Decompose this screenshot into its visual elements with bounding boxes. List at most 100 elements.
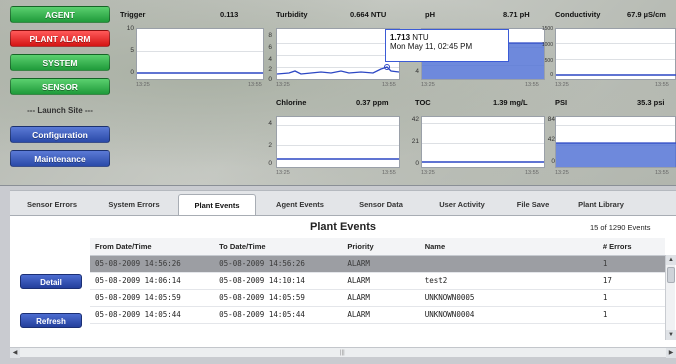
psi-plot[interactable] (555, 116, 676, 168)
psi-ytick: 0 (551, 158, 555, 165)
turbidity-tooltip: 1.713 NTU Mon May 11, 02:45 PM (385, 29, 509, 62)
chlorine-value: 0.37 ppm (356, 98, 389, 107)
toc-xtick: 13:55 (525, 170, 539, 176)
cell-name: UNKNOWN0005 (419, 289, 598, 307)
psi-value: 35.3 psi (637, 98, 665, 107)
trigger-ytick: 0 (130, 69, 134, 76)
psi-title: PSI (555, 98, 568, 107)
maintenance-button[interactable]: Maintenance (10, 150, 110, 167)
toc-xtick: 13:25 (421, 170, 435, 176)
tooltip-unit: NTU (412, 33, 429, 42)
trigger-ytick: 5 (130, 47, 134, 54)
table-row[interactable]: 05-08-2009 14:06:14 05-08-2009 14:10:14 … (90, 272, 665, 290)
table-header-row: From Date/Time To Date/Time Priority Nam… (90, 238, 665, 256)
ph-ytick: 4 (415, 68, 419, 75)
table-row[interactable]: 05-08-2009 14:05:59 05-08-2009 14:05:59 … (90, 289, 665, 307)
cell-priority: ALARM (342, 272, 420, 290)
configuration-button[interactable]: Configuration (10, 126, 110, 143)
vertical-scrollbar[interactable]: ▲ ▼ (665, 255, 676, 340)
tab-plant-events[interactable]: Plant Events (178, 194, 256, 216)
launch-site-label: --- Launch Site --- (27, 106, 93, 115)
turbidity-xtick: 13:55 (382, 82, 396, 88)
turbidity-ytick: 6 (268, 44, 272, 51)
cell-errors: 1 (597, 289, 665, 307)
tooltip-value: 1.713 (390, 33, 411, 42)
ph-value: 8.71 pH (503, 10, 530, 19)
psi-ytick: 42 (547, 136, 555, 143)
conductivity-xtick: 13:55 (655, 82, 669, 88)
scroll-up-icon[interactable]: ▲ (666, 255, 676, 265)
column-header-errors[interactable]: # Errors (597, 238, 665, 256)
tab-system-errors[interactable]: System Errors (94, 194, 174, 216)
trigger-title: Trigger (120, 10, 146, 19)
conductivity-xtick: 13:25 (555, 82, 569, 88)
cell-to: 05-08-2009 14:05:59 (214, 289, 343, 307)
table-row[interactable]: 05-08-2009 14:05:44 05-08-2009 14:05:44 … (90, 306, 665, 324)
cell-priority: ALARM (342, 306, 420, 324)
tab-agent-events[interactable]: Agent Events (262, 194, 338, 216)
turbidity-ytick: 2 (268, 66, 272, 73)
scroll-left-icon[interactable]: ◀ (10, 348, 20, 358)
conductivity-ytick: 1500 (541, 26, 553, 32)
conductivity-series (556, 74, 676, 76)
trigger-plot[interactable] (136, 28, 264, 80)
cell-from: 05-08-2009 14:56:26 (90, 255, 215, 273)
cell-from: 05-08-2009 14:05:59 (90, 289, 215, 307)
chlorine-ytick: 0 (268, 160, 272, 167)
trigger-ytick: 10 (126, 25, 134, 32)
cell-name: test2 (419, 272, 598, 290)
turbidity-ytick: 8 (268, 32, 272, 39)
cell-priority: ALARM (342, 255, 420, 273)
psi-xtick: 13:25 (555, 170, 569, 176)
psi-xtick: 13:55 (655, 170, 669, 176)
chlorine-plot[interactable] (276, 116, 400, 168)
cell-name (419, 255, 598, 273)
cell-to: 05-08-2009 14:10:14 (214, 272, 343, 290)
turbidity-series (277, 64, 399, 75)
sensor-button[interactable]: SENSOR (10, 78, 110, 95)
turbidity-value: 0.664 NTU (350, 10, 387, 19)
detail-button[interactable]: Detail (20, 274, 82, 289)
nav-column: AGENT PLANT ALARM SYSTEM SENSOR --- Laun… (10, 6, 110, 174)
tab-file-save[interactable]: File Save (504, 194, 562, 216)
turbidity-ytick: 4 (268, 56, 272, 63)
plant-alarm-button[interactable]: PLANT ALARM (10, 30, 110, 47)
conductivity-ytick: 0 (550, 72, 553, 78)
dashboard-panel: AGENT PLANT ALARM SYSTEM SENSOR --- Laun… (0, 0, 676, 186)
cell-to: 05-08-2009 14:56:26 (214, 255, 343, 273)
table-row[interactable]: 05-08-2009 14:56:26 05-08-2009 14:56:26 … (90, 255, 665, 273)
events-table: From Date/Time To Date/Time Priority Nam… (90, 238, 665, 324)
chlorine-ytick: 4 (268, 120, 272, 127)
conductivity-plot[interactable] (555, 28, 676, 80)
event-tabs: Sensor Errors System Errors Plant Events… (10, 190, 676, 216)
tab-user-activity[interactable]: User Activity (424, 194, 500, 216)
conductivity-ytick: 500 (544, 58, 553, 64)
scrollbar-thumb[interactable] (667, 267, 675, 283)
column-header-from[interactable]: From Date/Time (90, 238, 215, 256)
tab-sensor-errors[interactable]: Sensor Errors (16, 194, 88, 216)
column-header-to[interactable]: To Date/Time (214, 238, 343, 256)
horizontal-scrollbar[interactable]: ◀ ||| ▶ (10, 347, 676, 358)
tab-sensor-data[interactable]: Sensor Data (344, 194, 418, 216)
toc-plot[interactable] (421, 116, 545, 168)
trigger-xtick: 13:25 (136, 82, 150, 88)
scroll-right-icon[interactable]: ▶ (666, 348, 676, 358)
column-header-priority[interactable]: Priority (342, 238, 420, 256)
toc-title: TOC (415, 98, 431, 107)
refresh-button[interactable]: Refresh (20, 313, 82, 328)
tab-plant-library[interactable]: Plant Library (566, 194, 636, 216)
conductivity-ytick: 1000 (541, 42, 553, 48)
conductivity-title: Conductivity (555, 10, 601, 19)
cell-to: 05-08-2009 14:05:44 (214, 306, 343, 324)
conductivity-value: 67.9 µS/cm (627, 10, 666, 19)
cell-priority: ALARM (342, 289, 420, 307)
toc-series (422, 161, 544, 163)
scroll-down-icon[interactable]: ▼ (666, 330, 676, 340)
tooltip-timestamp: Mon May 11, 02:45 PM (390, 42, 473, 51)
turbidity-plot[interactable] (276, 28, 400, 80)
agent-button[interactable]: AGENT (10, 6, 110, 23)
trigger-panel: Trigger 0.113 10 5 0 13:25 13:55 (120, 10, 265, 90)
system-button[interactable]: SYSTEM (10, 54, 110, 71)
ph-xtick: 13:55 (525, 82, 539, 88)
column-header-name[interactable]: Name (419, 238, 598, 256)
